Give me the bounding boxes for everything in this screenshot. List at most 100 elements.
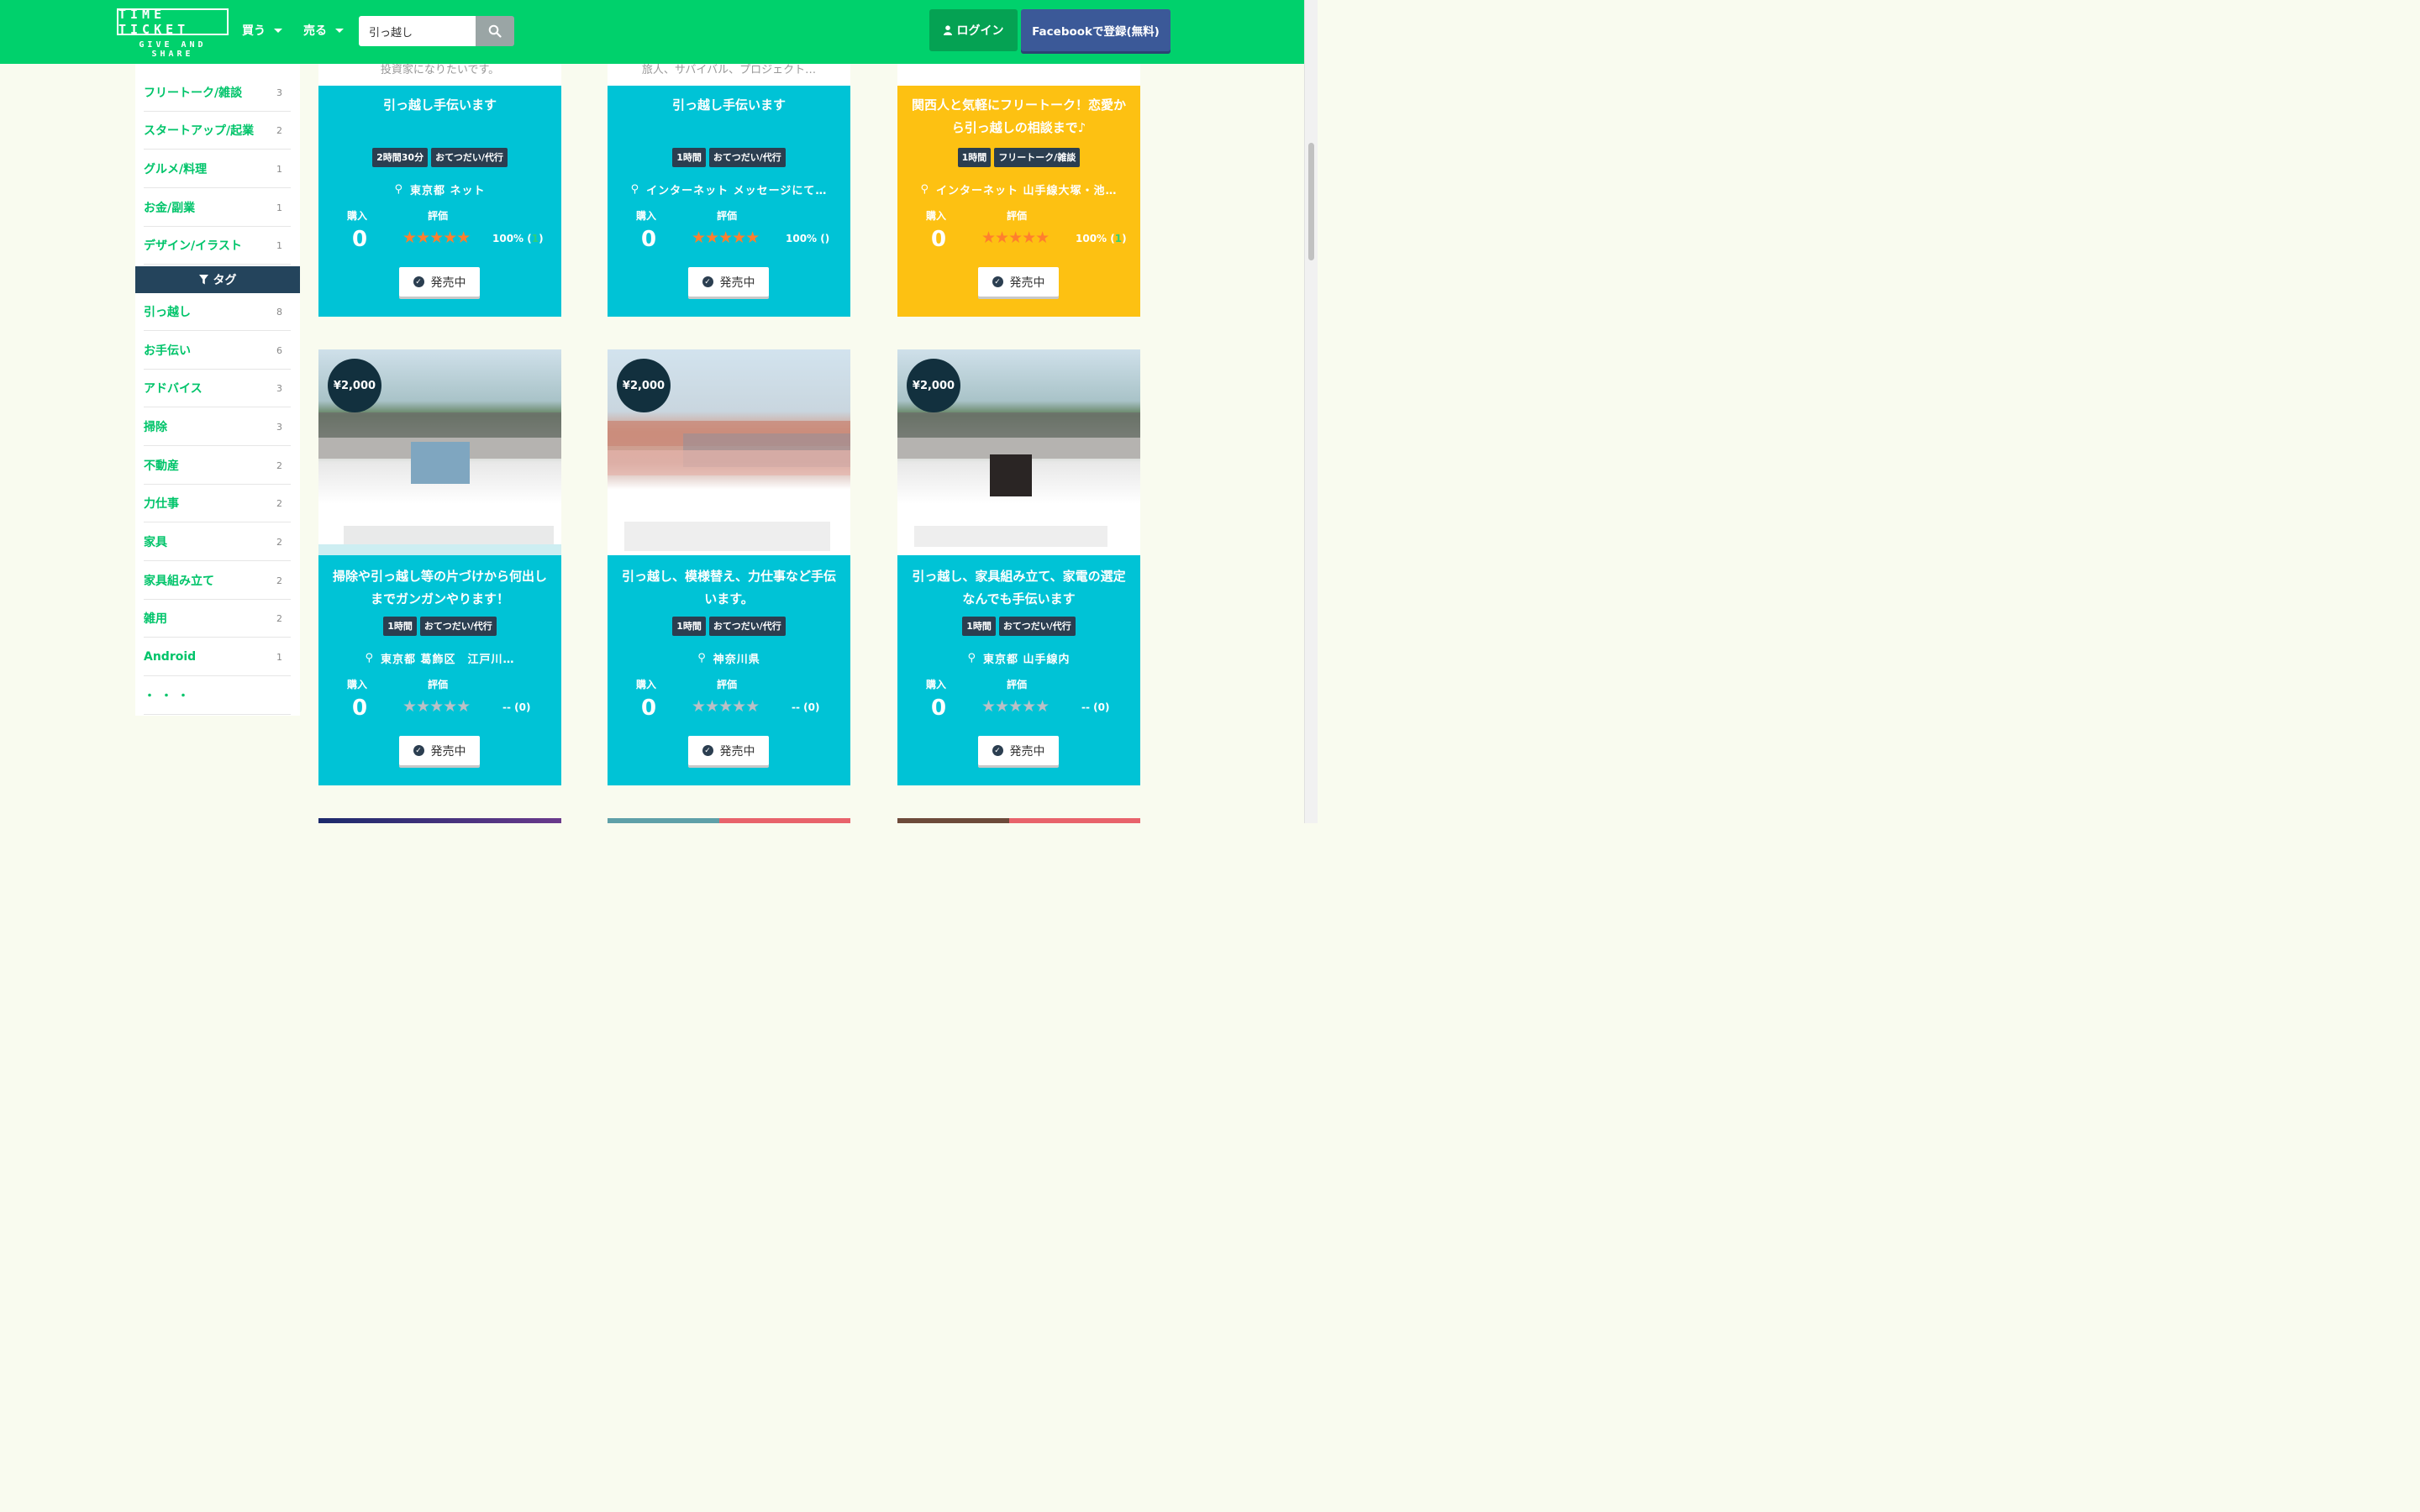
category-badge[interactable]: フリートーク/雑談 (994, 148, 1081, 167)
category-badge[interactable]: おてつだい/代行 (431, 148, 508, 167)
on-sale-button[interactable]: ✓ 発売中 (399, 267, 480, 297)
card-title[interactable]: 引っ越し手伝います (618, 94, 840, 117)
location-text: 東京都 山手線内 (983, 654, 1071, 666)
sidebar-tag-real-estate[interactable]: 不動産 2 (144, 447, 291, 485)
ticket-card[interactable]: 掃除や引っ越し等の片づけから何出しまでガンガンやります！ 1時間 おてつだい/代… (318, 555, 561, 785)
category-count: 2 (276, 124, 282, 136)
rating-label: 評価 (717, 679, 738, 690)
rating-summary: 100% () (786, 233, 829, 244)
tag-count: 2 (276, 536, 282, 548)
facebook-register-button[interactable]: Facebookで登録(無料) (1021, 9, 1171, 51)
category-label: スタートアップ/起業 (144, 124, 255, 138)
category-label: デザイン/イラスト (144, 239, 242, 253)
search-button[interactable] (476, 16, 514, 46)
sidebar-category-free-talk[interactable]: フリートーク/雑談 3 (144, 74, 291, 112)
rating-stars: ★★★★★ (402, 228, 471, 247)
next-card-image[interactable] (318, 818, 561, 823)
card-top-strip (897, 64, 1140, 86)
tag-count: 2 (276, 612, 282, 624)
card-top-strip: 旅人、サバイバル、プロジェクト… (608, 64, 850, 86)
rating-stars: ★★★★★ (692, 228, 760, 247)
sidebar-tag-moving[interactable]: 引っ越し 8 (144, 293, 291, 331)
login-button[interactable]: ログイン (929, 9, 1018, 51)
tag-count: 1 (276, 651, 282, 663)
on-sale-button[interactable]: ✓ 発売中 (978, 267, 1059, 297)
card-title[interactable]: 関西人と気軽にフリートーク！恋愛から引っ越しの相談まで♪ (908, 94, 1130, 139)
sidebar-tag-furniture-assembly[interactable]: 家具組み立て 2 (144, 562, 291, 600)
sidebar-tag-cleaning[interactable]: 掃除 3 (144, 408, 291, 446)
sidebar-tag-advice[interactable]: アドバイス 3 (144, 370, 291, 407)
card-location: ⚲ インターネット 山手線大塚・池… (906, 181, 1132, 197)
tag-section-header: タグ (135, 266, 300, 293)
buy-menu[interactable]: 買う (242, 22, 282, 39)
category-badge[interactable]: おてつだい/代行 (708, 617, 786, 636)
check-circle-icon: ✓ (702, 745, 713, 756)
rating-summary: 100% (1) (1076, 233, 1127, 244)
rating-label: 評価 (1007, 679, 1028, 690)
next-card-image[interactable] (897, 818, 1140, 823)
next-card-image[interactable] (608, 818, 850, 823)
sidebar-tag-help[interactable]: お手伝い 6 (144, 332, 291, 370)
sidebar-category-startup[interactable]: スタートアップ/起業 2 (144, 112, 291, 150)
ticket-image[interactable]: ¥2,000 (318, 349, 561, 555)
on-sale-button[interactable]: ✓ 発売中 (688, 736, 769, 765)
ticket-image[interactable]: ¥2,000 (897, 349, 1140, 555)
logo-sub-text: GIVE AND SHARE (139, 40, 207, 59)
category-badge[interactable]: おてつだい/代行 (708, 148, 786, 167)
check-circle-icon: ✓ (413, 745, 424, 756)
purchase-label: 購入 (636, 210, 657, 222)
sidebar-category-gourmet[interactable]: グルメ/料理 1 (144, 150, 291, 188)
sidebar-tag-chores[interactable]: 雑用 2 (144, 600, 291, 638)
card-location: ⚲ インターネット メッセージにて… (616, 181, 842, 197)
ticket-card[interactable]: 引っ越し、家具組み立て、家電の選定なんでも手伝います 1時間 おてつだい/代行 … (897, 555, 1140, 785)
purchase-count: 0 (352, 227, 368, 252)
card-title[interactable]: 引っ越し、家具組み立て、家電の選定なんでも手伝います (908, 565, 1130, 611)
ticket-card[interactable]: 引っ越し手伝います 1時間 おてつだい/代行 ⚲ インターネット メッセージにて… (608, 86, 850, 317)
category-label: フリートーク/雑談 (144, 87, 243, 100)
rating-label: 評価 (1007, 210, 1028, 222)
rating-label: 評価 (428, 210, 449, 222)
sell-menu[interactable]: 売る (303, 22, 344, 39)
sidebar-tag-android[interactable]: Android 1 (144, 638, 291, 676)
rating-label: 評価 (717, 210, 738, 222)
rating-count[interactable]: 1 (1115, 233, 1122, 244)
on-sale-label: 発売中 (430, 276, 466, 290)
card-title[interactable]: 引っ越し、模様替え、力仕事など手伝います。 (618, 565, 840, 611)
ticket-card[interactable]: 関西人と気軽にフリートーク！恋愛から引っ越しの相談まで♪ 1時間 フリートーク/… (897, 86, 1140, 317)
scroll-thumb[interactable] (1308, 143, 1314, 260)
rating-summary: 100% (1) (492, 233, 544, 244)
category-badge[interactable]: おてつだい/代行 (998, 617, 1076, 636)
login-label: ログイン (956, 24, 1004, 38)
on-sale-button[interactable]: ✓ 発売中 (399, 736, 480, 765)
purchase-count: 0 (641, 227, 657, 252)
location-text: 神奈川県 (713, 654, 760, 666)
filter-icon (198, 275, 208, 285)
site-logo[interactable]: TIME TICKET GIVE AND SHARE (117, 7, 232, 59)
rating-summary: -- (0) (1081, 701, 1110, 713)
category-badge[interactable]: おてつだい/代行 (419, 617, 497, 636)
ticket-card[interactable]: 引っ越し、模様替え、力仕事など手伝います。 1時間 おてつだい/代行 ⚲ 神奈川… (608, 555, 850, 785)
check-circle-icon: ✓ (413, 276, 424, 287)
sidebar-more-tags[interactable]: ・・・ (144, 677, 291, 715)
category-count: 1 (276, 239, 282, 251)
ticket-image[interactable]: ¥2,000 (608, 349, 850, 555)
sidebar-category-design[interactable]: デザイン/イラスト 1 (144, 227, 291, 265)
ticket-card[interactable]: 引っ越し手伝います 2時間30分 おてつだい/代行 ⚲ 東京都 ネット 購入 評… (318, 86, 561, 317)
sidebar-tag-furniture[interactable]: 家具 2 (144, 523, 291, 561)
price-badge: ¥2,000 (617, 359, 671, 412)
map-marker-icon: ⚲ (967, 652, 976, 664)
page-scrollbar[interactable] (1304, 0, 1318, 823)
search-input[interactable] (359, 16, 476, 46)
card-location: ⚲ 東京都 ネット (327, 181, 553, 197)
on-sale-label: 発売中 (430, 744, 466, 759)
sidebar-category-money[interactable]: お金/副業 1 (144, 189, 291, 227)
on-sale-button[interactable]: ✓ 発売中 (978, 736, 1059, 765)
sidebar-tag-heavy-work[interactable]: 力仕事 2 (144, 485, 291, 522)
purchase-count: 0 (641, 696, 657, 721)
on-sale-label: 発売中 (1009, 744, 1045, 759)
card-title[interactable]: 掃除や引っ越し等の片づけから何出しまでガンガンやります！ (329, 565, 551, 611)
card-title[interactable]: 引っ越し手伝います (329, 94, 551, 117)
rating-count[interactable]: 1 (532, 233, 539, 244)
rating-percent: 100% ( (1076, 233, 1115, 244)
on-sale-button[interactable]: ✓ 発売中 (688, 267, 769, 297)
